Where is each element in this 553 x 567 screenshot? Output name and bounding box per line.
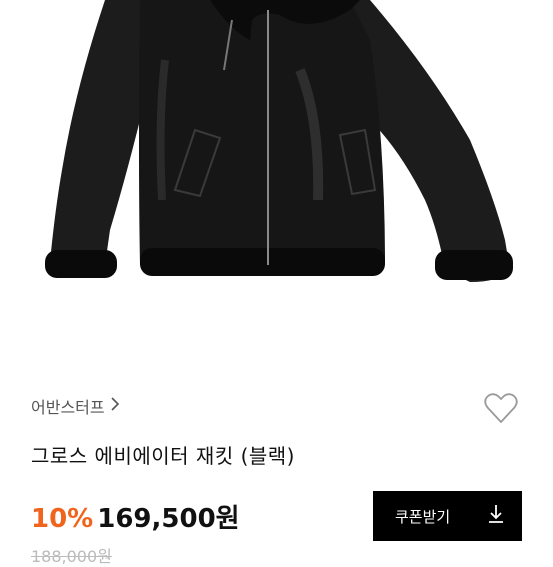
price-row: 10% 169,500원 xyxy=(31,498,240,535)
product-title: 그로스 에비에이터 재킷 (블랙) xyxy=(31,444,295,468)
heart-outline-icon xyxy=(484,393,518,423)
jacket-illustration xyxy=(45,0,513,282)
product-image xyxy=(0,0,553,355)
coupon-download-button[interactable]: 쿠폰받기 xyxy=(373,491,522,541)
chevron-right-icon xyxy=(111,397,120,415)
coupon-button-label: 쿠폰받기 xyxy=(395,507,451,526)
sale-price: 169,500원 xyxy=(97,504,240,534)
brand-link[interactable]: 어반스터프 xyxy=(31,394,120,418)
original-price: 188,000원 xyxy=(31,547,112,566)
wishlist-button[interactable] xyxy=(482,389,520,427)
brand-name: 어반스터프 xyxy=(31,398,105,417)
discount-rate: 10% xyxy=(31,504,94,534)
download-icon xyxy=(488,504,504,528)
